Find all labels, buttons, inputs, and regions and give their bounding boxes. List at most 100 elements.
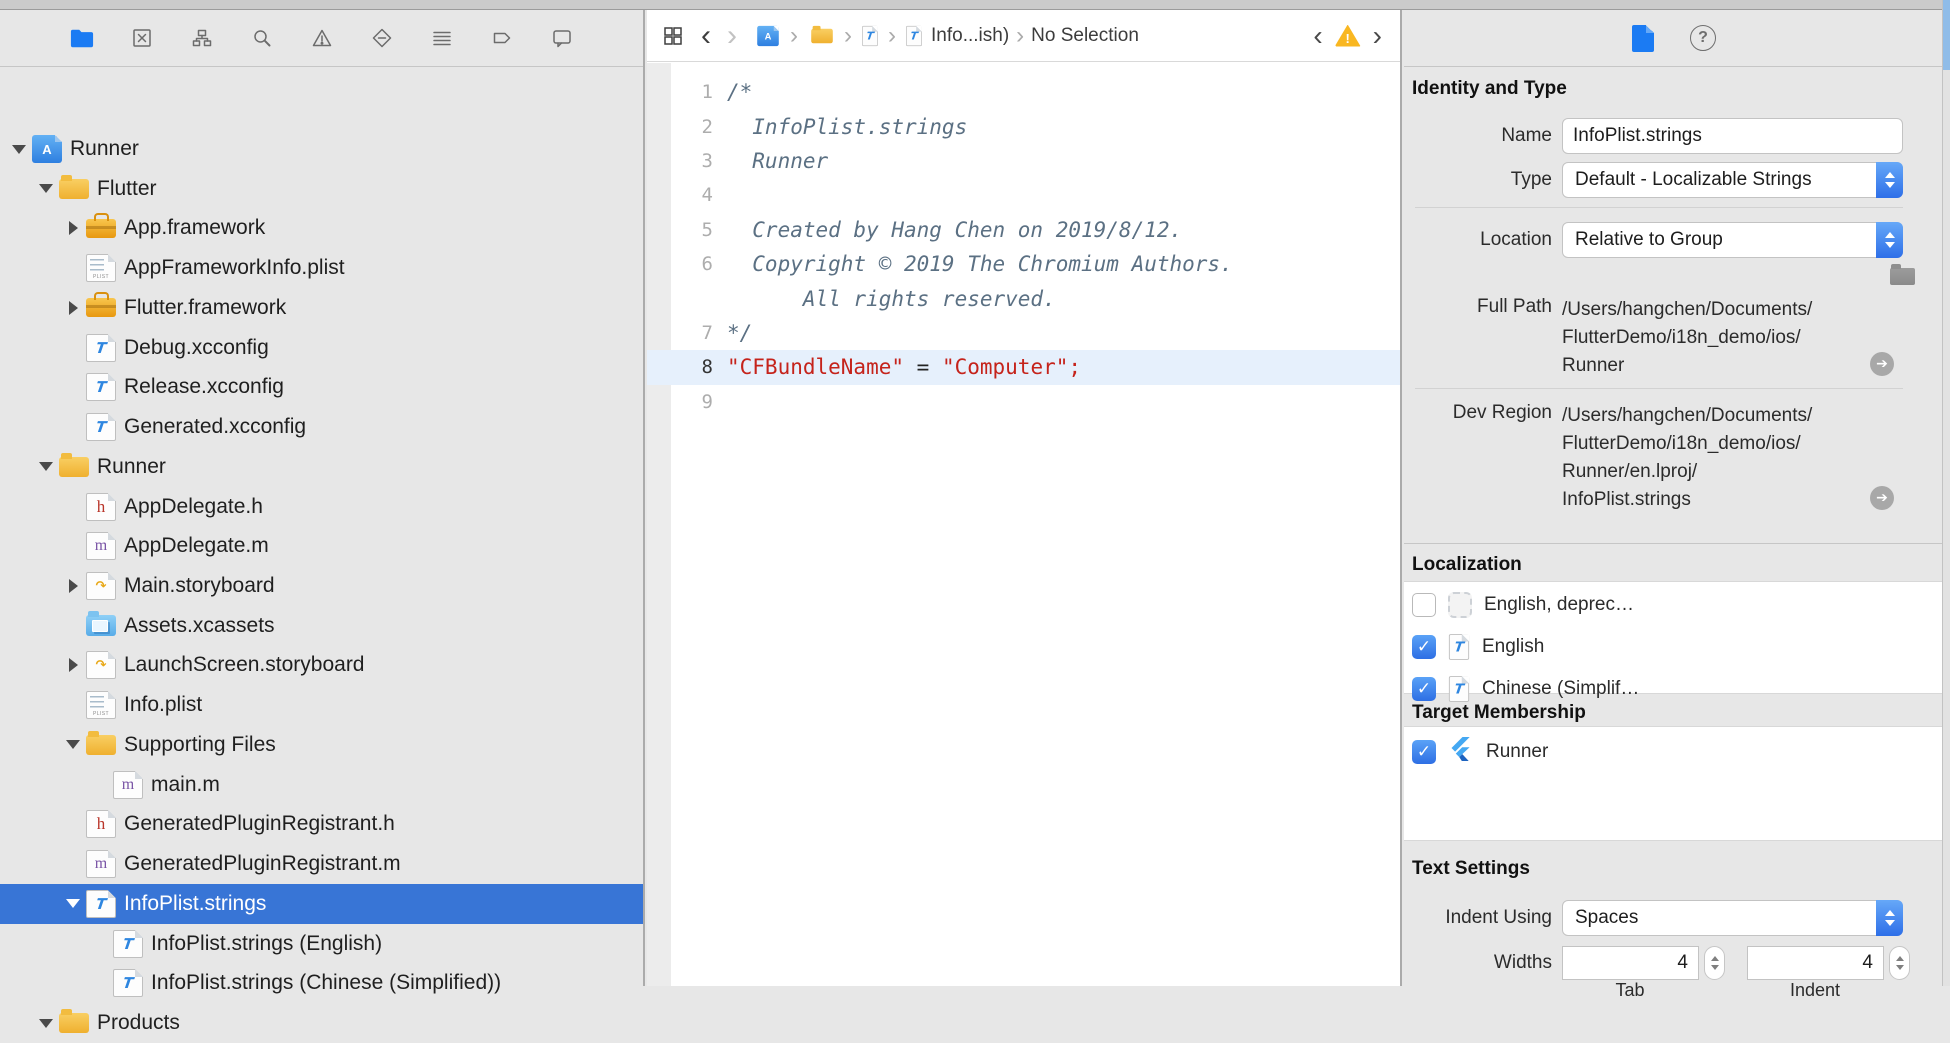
plist-file-icon — [86, 691, 116, 720]
tree-row-flutter-framework[interactable]: Flutter.framework — [0, 288, 643, 328]
location-value: Relative to Group — [1575, 229, 1723, 250]
indent-using-popup[interactable]: Spaces — [1562, 900, 1903, 936]
tree-row-app-framework[interactable]: App.framework — [0, 208, 643, 248]
code-line[interactable]: 9 — [647, 385, 1400, 419]
breadcrumb-file[interactable]: Info...ish) — [931, 25, 1009, 47]
file-inspector-tab-icon[interactable] — [1632, 24, 1654, 52]
breadcrumb-strings-file-icon[interactable] — [862, 25, 878, 46]
tree-row-infoplist-strings-chinese[interactable]: InfoPlist.strings (Chinese (Simplified)) — [0, 963, 643, 1003]
test-navigator-icon[interactable] — [370, 26, 394, 50]
disclosure-triangle[interactable] — [62, 734, 84, 756]
tree-row-main-storyboard[interactable]: Main.storyboard — [0, 566, 643, 606]
debug-navigator-icon[interactable] — [430, 26, 454, 50]
code-line[interactable]: All rights reserved. — [647, 281, 1400, 315]
breadcrumb-selection[interactable]: No Selection — [1031, 25, 1139, 47]
tree-row-runner-folder[interactable]: Runner — [0, 447, 643, 487]
scrollbar-thumb[interactable] — [1943, 0, 1950, 70]
disclosure-triangle[interactable] — [62, 654, 84, 676]
related-items-icon[interactable] — [661, 24, 685, 48]
tree-row-appdelegate-h[interactable]: AppDelegate.h — [0, 487, 643, 527]
breadcrumb-strings-file-icon[interactable] — [906, 25, 922, 46]
xcodeproj-file-icon — [32, 135, 62, 163]
checkbox[interactable] — [1412, 740, 1436, 764]
editor-pane: ‹ › › › › Info...ish) › No Selection ‹ ›… — [647, 10, 1402, 986]
disclosure-triangle[interactable] — [62, 297, 84, 319]
jump-bar: ‹ › › › › Info...ish) › No Selection ‹ › — [647, 10, 1400, 62]
disclosure-triangle[interactable] — [35, 1012, 57, 1034]
checkbox[interactable] — [1412, 677, 1436, 701]
code-line[interactable]: 7 */ — [647, 316, 1400, 350]
disclosure-triangle[interactable] — [35, 178, 57, 200]
name-field[interactable] — [1562, 118, 1903, 154]
section-divider — [1404, 543, 1950, 544]
symbol-navigator-icon[interactable] — [190, 26, 214, 50]
source-editor[interactable]: 1 /* 2 InfoPlist.strings 3 Runner 4 5 Cr… — [647, 63, 1400, 986]
tab-width-stepper[interactable] — [1704, 946, 1725, 980]
code-line[interactable]: 8 "CFBundleName" = "Computer"; — [647, 350, 1400, 385]
tree-row-appframeworkinfo-plist[interactable]: AppFrameworkInfo.plist — [0, 248, 643, 288]
tree-row-label: Runner — [97, 454, 166, 478]
list-item-english--deprec-[interactable]: English, deprec… — [1404, 584, 1950, 626]
next-issue-button[interactable]: › — [1373, 21, 1382, 50]
reveal-in-finder-arrow-icon[interactable]: ➔ — [1870, 352, 1894, 376]
code-line[interactable]: 1 /* — [647, 75, 1400, 109]
tree-row-generatedpluginregistrant-m[interactable]: GeneratedPluginRegistrant.m — [0, 844, 643, 884]
disclosure-triangle[interactable] — [8, 138, 30, 160]
tree-row-flutter-folder[interactable]: Flutter — [0, 169, 643, 209]
forward-button[interactable]: › — [727, 20, 737, 51]
breadcrumb-separator: › — [888, 21, 896, 49]
reveal-in-finder-arrow-icon[interactable]: ➔ — [1870, 486, 1894, 510]
tree-row-generated-xcconfig[interactable]: Generated.xcconfig — [0, 407, 643, 447]
tab-width-field[interactable] — [1562, 946, 1699, 980]
tree-row-info-plist[interactable]: Info.plist — [0, 685, 643, 725]
list-item-runner[interactable]: Runner — [1404, 731, 1950, 773]
code-line[interactable]: 5 Created by Hang Chen on 2019/8/12. — [647, 213, 1400, 247]
tree-row-launchscreen-storyboard[interactable]: LaunchScreen.storyboard — [0, 645, 643, 685]
location-popup[interactable]: Relative to Group — [1562, 222, 1903, 258]
issue-navigator-icon[interactable] — [310, 26, 334, 50]
source-control-navigator-icon[interactable] — [130, 26, 154, 50]
tree-row-release-xcconfig[interactable]: Release.xcconfig — [0, 367, 643, 407]
list-item-english[interactable]: English — [1404, 626, 1950, 668]
tree-row-products-folder[interactable]: Products — [0, 1003, 643, 1043]
disclosure-triangle[interactable] — [35, 456, 57, 478]
disclosure-triangle[interactable] — [62, 893, 84, 915]
breadcrumb-separator: › — [1016, 21, 1025, 49]
tree-row-infoplist-strings[interactable]: InfoPlist.strings — [0, 883, 643, 924]
tree-row-infoplist-strings-english[interactable]: InfoPlist.strings (English) — [0, 924, 643, 964]
warning-icon[interactable] — [1335, 25, 1361, 47]
code-line[interactable]: 4 — [647, 178, 1400, 212]
tree-row-runner-project[interactable]: Runner — [0, 129, 643, 169]
previous-issue-button[interactable]: ‹ — [1313, 21, 1322, 50]
find-navigator-icon[interactable] — [250, 26, 274, 50]
scrollbar-track[interactable] — [1942, 0, 1950, 986]
breakpoint-navigator-icon[interactable] — [490, 26, 514, 50]
disclosure-triangle[interactable] — [62, 217, 84, 239]
report-navigator-icon[interactable] — [550, 26, 574, 50]
code-line[interactable]: 6 Copyright © 2019 The Chromium Authors. — [647, 247, 1400, 281]
back-button[interactable]: ‹ — [701, 20, 711, 51]
checkbox[interactable] — [1412, 593, 1436, 617]
folder-file-icon — [86, 730, 116, 755]
tree-row-supporting-files[interactable]: Supporting Files — [0, 725, 643, 765]
tree-row-assets-xcassets[interactable]: Assets.xcassets — [0, 606, 643, 646]
tree-row-label: Assets.xcassets — [124, 613, 275, 637]
breadcrumb-project-icon[interactable] — [757, 25, 779, 46]
tree-row-generatedpluginregistrant-h[interactable]: GeneratedPluginRegistrant.h — [0, 804, 643, 844]
indent-width-stepper[interactable] — [1889, 946, 1910, 980]
quick-help-inspector-tab-icon[interactable]: ? — [1690, 25, 1716, 51]
code-line[interactable]: 3 Runner — [647, 144, 1400, 178]
project-navigator-icon[interactable] — [70, 26, 94, 50]
code-line[interactable]: 2 InfoPlist.strings — [647, 109, 1400, 143]
localization-list: English, deprec… English Chinese (Simpli… — [1404, 581, 1950, 702]
tree-row-main-m[interactable]: main.m — [0, 765, 643, 805]
disclosure-triangle[interactable] — [62, 575, 84, 597]
tree-row-appdelegate-m[interactable]: AppDelegate.m — [0, 526, 643, 566]
indent-width-field[interactable] — [1747, 946, 1884, 980]
type-popup[interactable]: Default - Localizable Strings — [1562, 162, 1903, 198]
line-number: 3 — [701, 149, 713, 172]
checkbox[interactable] — [1412, 635, 1436, 659]
breadcrumb-folder-icon[interactable] — [811, 25, 833, 43]
choose-location-folder-icon[interactable] — [1890, 264, 1915, 285]
tree-row-debug-xcconfig[interactable]: Debug.xcconfig — [0, 328, 643, 368]
